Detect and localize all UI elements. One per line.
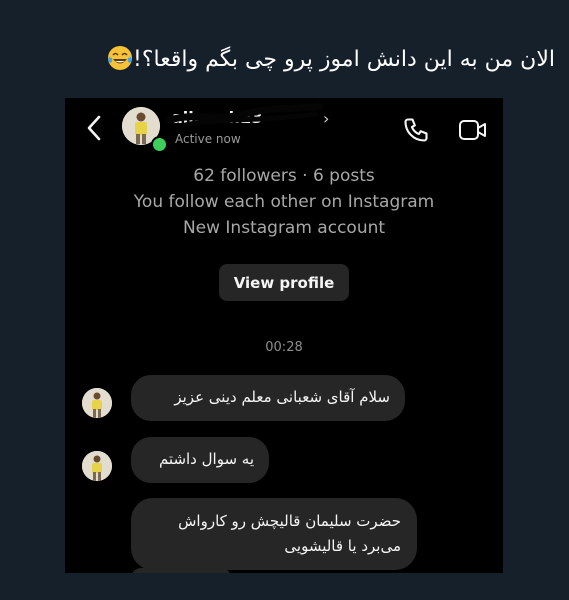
mutual-follow-note: You follow each other on Instagram bbox=[133, 192, 435, 212]
message-text-line: می‌برد یا قالیشویی bbox=[284, 537, 401, 555]
active-status: Active now bbox=[175, 132, 241, 146]
message-text-line: حضرت سلیمان قالیچش رو کارواش bbox=[178, 512, 401, 530]
new-account-note: New Instagram account bbox=[182, 218, 386, 238]
phone-call-icon[interactable] bbox=[402, 116, 430, 144]
message-bubble[interactable]: سلام آقای شعبانی معلم دینی عزیز bbox=[131, 375, 405, 421]
tweet-text: الان من به این دانش اموز پرو چی بگم واقع… bbox=[14, 38, 555, 82]
sender-avatar bbox=[82, 451, 112, 481]
chevron-right-icon[interactable]: › bbox=[323, 109, 329, 128]
message-timestamp: 00:28 bbox=[265, 340, 303, 355]
instagram-dm-screenshot: ali...mi.23 › Active now 62 followers · … bbox=[65, 98, 503, 573]
message-text: یه سوال داشتم bbox=[158, 450, 254, 468]
tears-of-joy-emoji-icon bbox=[108, 46, 133, 70]
redaction-scribble bbox=[166, 102, 324, 128]
dm-top-bar: ali...mi.23 › Active now bbox=[65, 98, 503, 160]
back-chevron-icon[interactable] bbox=[83, 114, 107, 142]
message-bubble[interactable]: یه سوال داشتم bbox=[131, 437, 269, 483]
view-profile-button[interactable]: View profile bbox=[219, 264, 349, 301]
tweet-body: الان من به این دانش اموز پرو چی بگم واقع… bbox=[133, 47, 555, 72]
person-figure-icon bbox=[82, 451, 112, 481]
message-bubble[interactable]: حضرت سلیمان قالیچش رو کارواش می‌برد یا ق… bbox=[131, 498, 417, 570]
sender-avatar bbox=[82, 388, 112, 418]
online-status-dot bbox=[151, 136, 168, 153]
partial-message-bubble bbox=[131, 568, 231, 573]
person-figure-icon bbox=[82, 388, 112, 418]
profile-stats: 62 followers · 6 posts bbox=[193, 166, 375, 186]
message-text: سلام آقای شعبانی معلم دینی عزیز bbox=[174, 388, 390, 406]
video-call-icon[interactable] bbox=[458, 118, 488, 142]
